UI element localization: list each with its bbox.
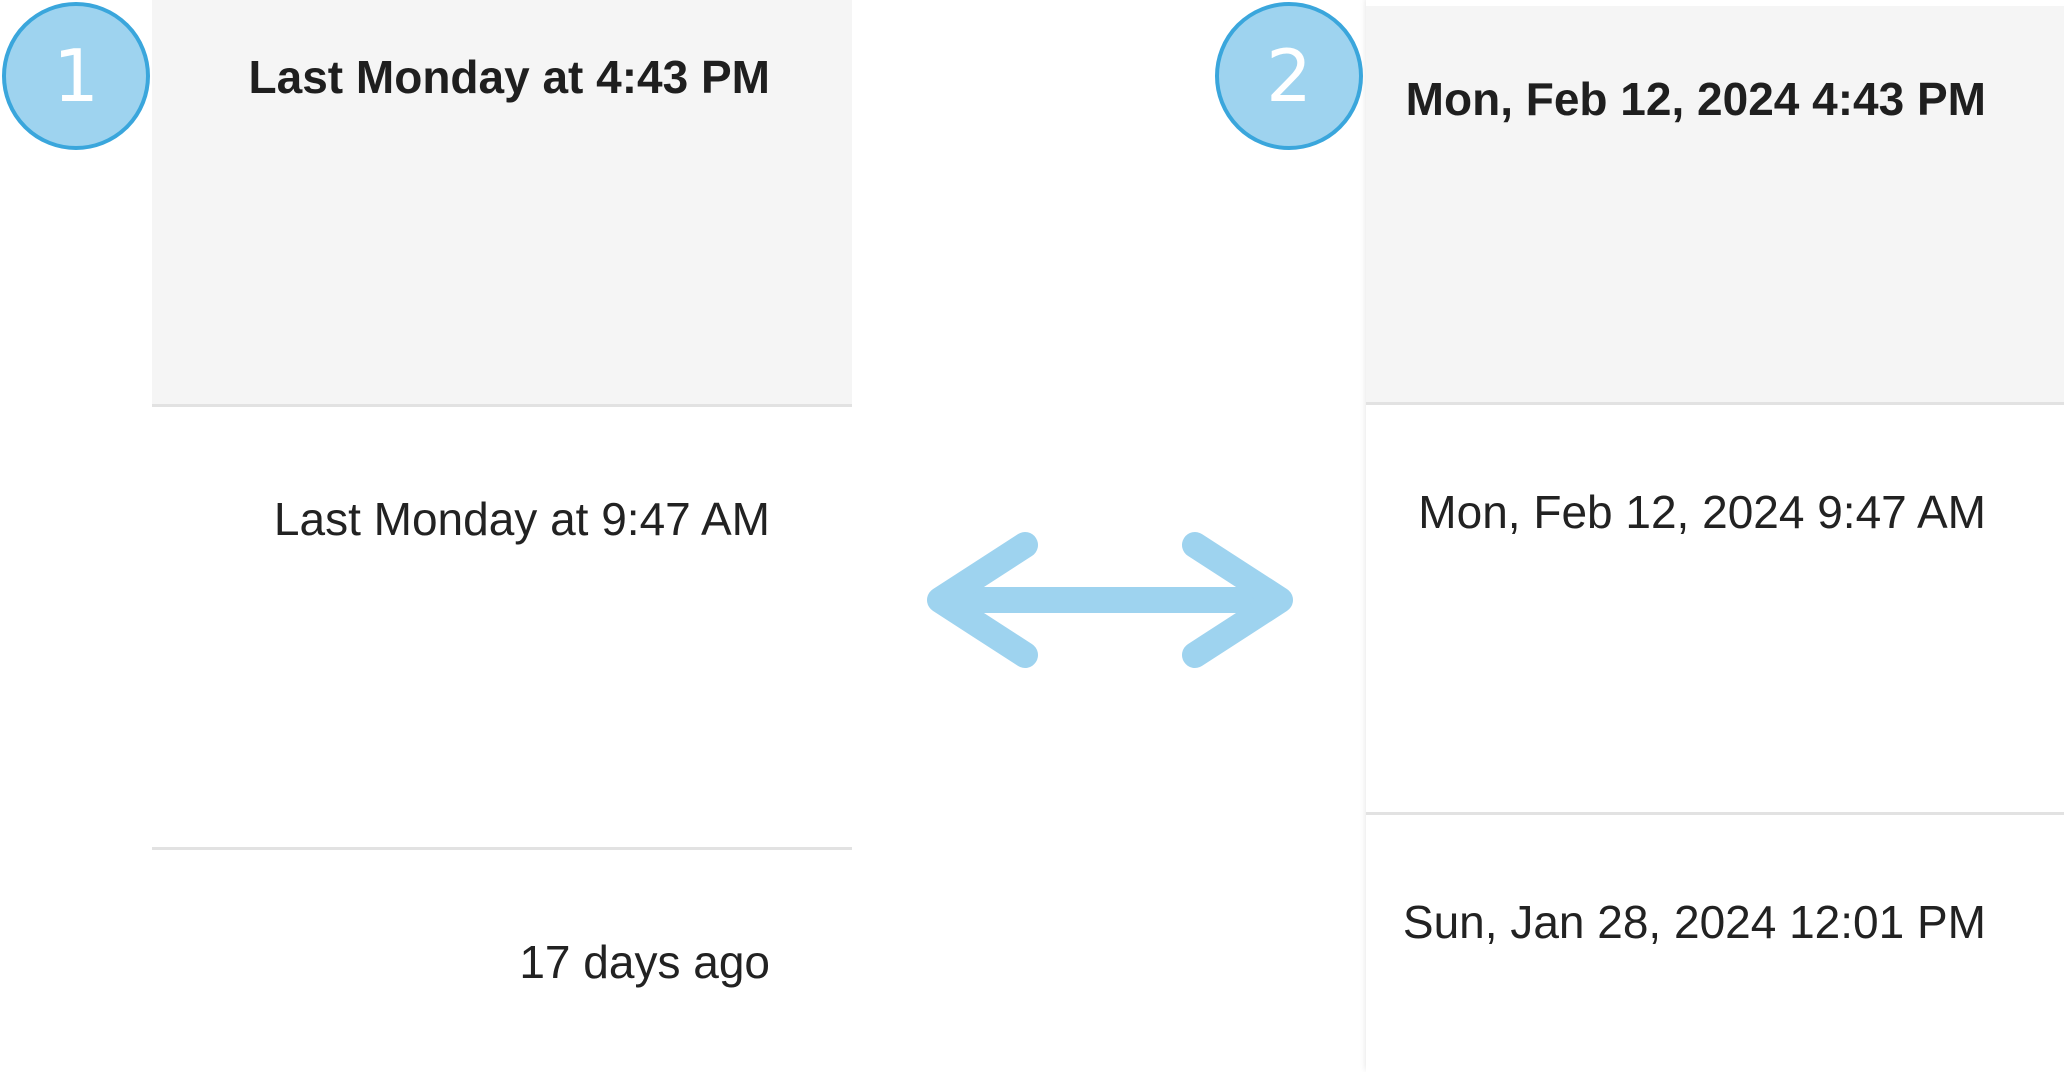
date-label: 17 days ago: [519, 936, 770, 988]
date-label: Last Monday at 9:47 AM: [273, 493, 770, 545]
list-item[interactable]: 17 days ago: [152, 850, 852, 1072]
double-arrow-icon: [927, 532, 1293, 668]
step-badge-1: 1: [2, 2, 150, 150]
step-badge-2: 2: [1215, 2, 1363, 150]
date-label: Mon, Feb 12, 2024 9:47 AM: [1418, 486, 1986, 538]
list-item[interactable]: Mon, Feb 12, 2024 9:47 AM: [1366, 405, 2064, 811]
absolute-date-list: Mon, Feb 12, 2024 4:43 PM Mon, Feb 12, 2…: [1366, 0, 2064, 1072]
date-label: Last Monday at 4:43 PM: [248, 51, 770, 103]
list-item-selected[interactable]: Mon, Feb 12, 2024 4:43 PM: [1366, 6, 2064, 402]
list-item-selected[interactable]: Last Monday at 4:43 PM: [152, 0, 852, 404]
list-item[interactable]: Sun, Jan 28, 2024 12:01 PM: [1366, 815, 2064, 1072]
relative-date-list: Last Monday at 4:43 PM Last Monday at 9:…: [152, 0, 852, 1072]
date-label: Mon, Feb 12, 2024 4:43 PM: [1405, 73, 1986, 125]
list-item[interactable]: Last Monday at 9:47 AM: [152, 407, 852, 847]
date-label: Sun, Jan 28, 2024 12:01 PM: [1402, 896, 1986, 948]
